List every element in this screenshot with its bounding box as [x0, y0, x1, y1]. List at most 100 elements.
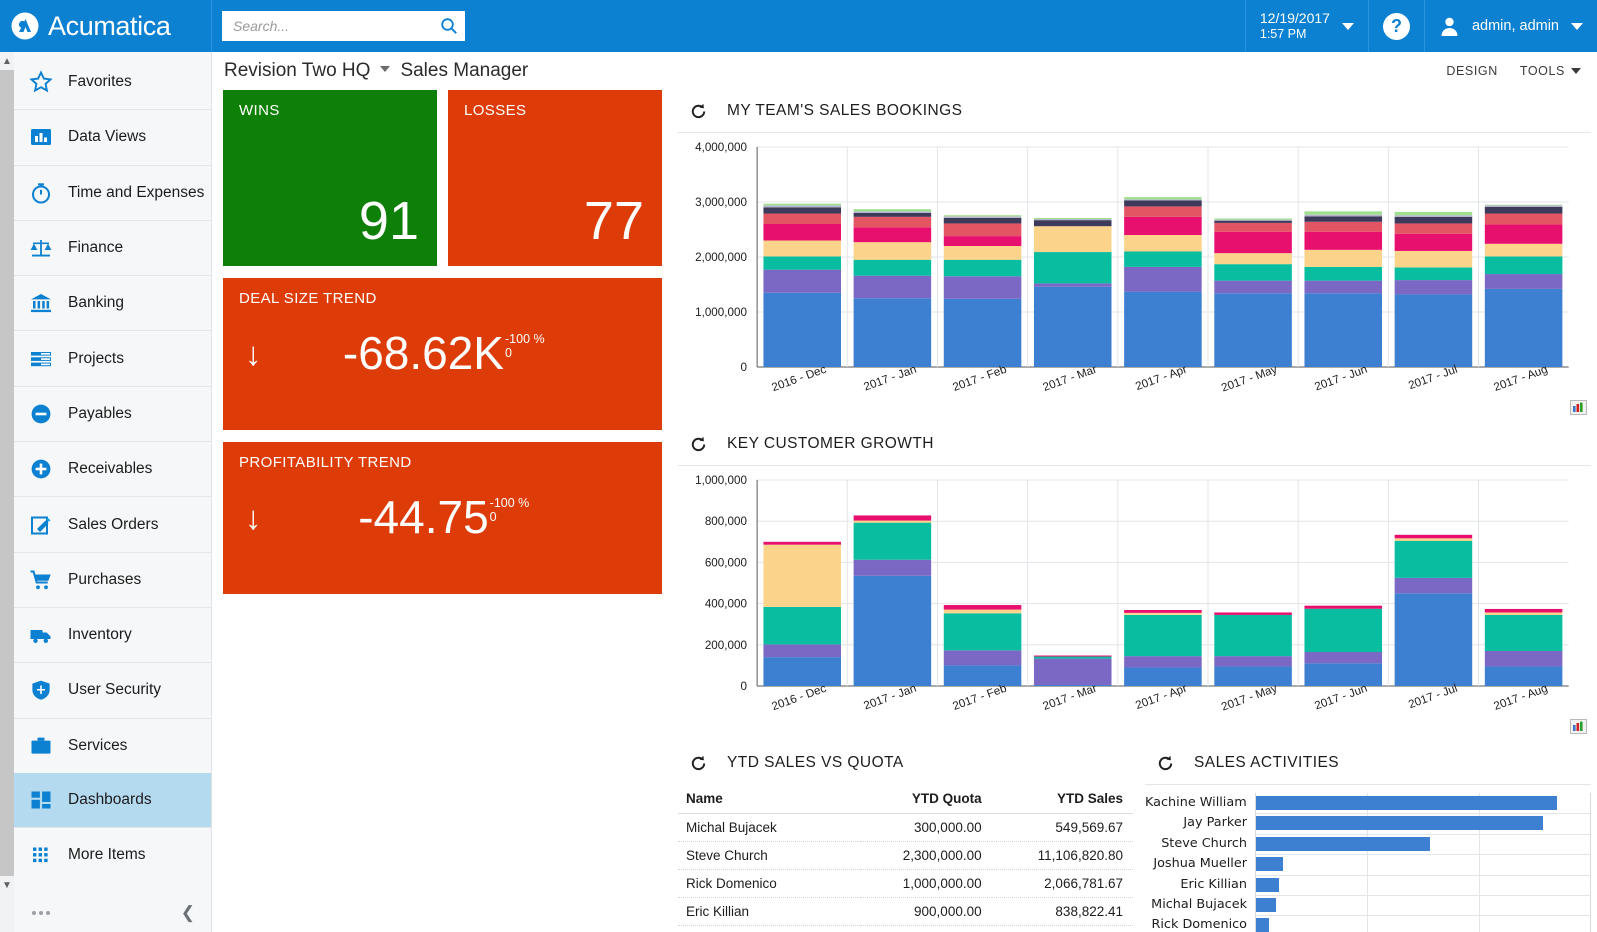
sidebar-item-label: Payables [68, 404, 132, 422]
sidebar-item-banking[interactable]: Banking [14, 276, 211, 330]
kpi-label: LOSSES [464, 102, 527, 119]
collapse-sidebar-icon[interactable]: ❮ [181, 903, 195, 923]
sidebar-item-label: Favorites [68, 73, 132, 91]
sidebar-scrollbar[interactable] [0, 52, 14, 932]
shield-icon [28, 677, 54, 703]
refresh-icon[interactable] [1157, 755, 1174, 772]
refresh-icon[interactable] [690, 436, 707, 453]
tools-menu[interactable]: TOOLS [1520, 64, 1581, 78]
column-header-ytd-quota[interactable]: YTD Quota [859, 784, 992, 814]
svg-text:2017 - Aug: 2017 - Aug [1492, 683, 1549, 713]
scales-icon [28, 235, 54, 261]
refresh-icon[interactable] [690, 755, 707, 772]
chevron-down-icon[interactable] [380, 66, 391, 72]
sidebar-item-payables[interactable]: Payables [14, 387, 211, 441]
table-row[interactable]: Eric Killian 900,000.00 838,822.41 [678, 897, 1133, 926]
scroll-down-icon[interactable]: ▼ [0, 876, 14, 894]
kpi-tile-wins[interactable]: WINS 91 [223, 90, 437, 266]
chart-key-customer-growth[interactable]: 0 200,000 400,000 600,000 800,000 1,000,000 20… [678, 466, 1591, 738]
acumatica-logo-icon [10, 11, 40, 41]
refresh-icon[interactable] [690, 103, 707, 120]
activity-bar[interactable] [1256, 918, 1270, 932]
svg-text:2017 - Apr: 2017 - Apr [1134, 364, 1189, 393]
kpi-tile-profitability-trend[interactable]: PROFITABILITY TREND ↓ -44.75 -100 % 0 [223, 442, 662, 594]
sidebar-item-data-views[interactable]: Data Views [14, 110, 211, 164]
brand-logo[interactable]: Acumatica [0, 0, 212, 52]
svg-text:1,000,000: 1,000,000 [695, 307, 747, 319]
sidebar-item-sales-orders[interactable]: Sales Orders [14, 497, 211, 551]
sidebar-item-time-and-expenses[interactable]: Time and Expenses [14, 166, 211, 220]
breadcrumb-parent[interactable]: Revision Two HQ [224, 60, 370, 82]
activity-bar[interactable] [1256, 816, 1544, 831]
chart-my-teams-sales-bookings[interactable]: 0 1,000,000 2,000,000 3,000,000 4,000,000 201… [678, 133, 1591, 419]
cell-ytd-quota: 1,000,000.00 [859, 869, 992, 898]
svg-text:2017 - Apr: 2017 - Apr [1134, 683, 1189, 712]
scroll-up-icon[interactable]: ▲ [0, 52, 14, 70]
page-title: Sales Manager [400, 60, 529, 81]
sidebar-item-dashboards[interactable]: Dashboards [14, 772, 211, 828]
design-button[interactable]: DESIGN [1446, 64, 1498, 78]
sidebar-footer: ❮ [14, 894, 211, 932]
sidebar-item-finance[interactable]: Finance [14, 221, 211, 275]
svg-text:0: 0 [740, 362, 746, 374]
more-options-icon[interactable] [32, 911, 50, 915]
sidebar-item-purchases[interactable]: Purchases [14, 553, 211, 607]
search-input[interactable] [233, 18, 440, 34]
column-header-ytd-sales[interactable]: YTD Sales [991, 784, 1133, 814]
sidebar-item-receivables[interactable]: Receivables [14, 442, 211, 496]
sidebar-item-more-items[interactable]: More Items [14, 828, 211, 882]
sidebar-item-user-security[interactable]: User Security [14, 663, 211, 717]
help-button[interactable]: ? [1367, 0, 1424, 52]
sidebar-item-inventory[interactable]: Inventory [14, 608, 211, 662]
chart-legend-toggle-icon[interactable] [1570, 400, 1587, 415]
trend-value: -44.75 [358, 491, 489, 543]
breadcrumb: Revision Two HQ Sales Manager [224, 60, 528, 82]
cell-ytd-sales: 549,569.67 [991, 813, 1133, 842]
gridline [1256, 854, 1590, 856]
chart-legend-toggle-icon[interactable] [1570, 719, 1587, 734]
sidebar-item-services[interactable]: Services [14, 719, 211, 773]
sidebar-item-label: Receivables [68, 460, 153, 478]
tools-label: TOOLS [1519, 64, 1565, 78]
search-box[interactable] [222, 11, 465, 41]
kpi-tile-losses[interactable]: LOSSES 77 [448, 90, 662, 266]
kpi-label: DEAL SIZE TREND [239, 290, 377, 307]
activity-bar[interactable] [1256, 857, 1283, 872]
sidebar-item-favorites[interactable]: Favorites [14, 55, 211, 109]
table-row[interactable]: Steve Church 2,300,000.00 11,106,820.80 [678, 841, 1133, 870]
chevron-down-icon[interactable] [1571, 22, 1583, 30]
panel-body: 0 1,000,000 2,000,000 3,000,000 4,000,000 201… [678, 132, 1591, 419]
activity-bar[interactable] [1256, 796, 1557, 810]
svg-text:2017 - Mar: 2017 - Mar [1041, 683, 1098, 713]
table-row[interactable]: Michal Bujacek 300,000.00 549,569.67 [678, 813, 1133, 842]
svg-text:200,000: 200,000 [705, 640, 747, 652]
svg-text:2017 - Feb: 2017 - Feb [951, 364, 1008, 394]
top-bar: Acumatica 12/19/2017 1:57 PM ? [0, 0, 1597, 52]
sidebar-scrollbar-thumb[interactable] [0, 70, 14, 882]
activity-bar[interactable] [1256, 877, 1280, 892]
search-icon[interactable] [440, 17, 458, 35]
help-icon[interactable]: ? [1382, 12, 1410, 40]
svg-text:2017 - Jul: 2017 - Jul [1407, 683, 1459, 711]
activity-label: Michal Bujacek [1151, 896, 1247, 912]
list-lines-icon [28, 346, 54, 372]
chart-sales-activities[interactable]: Kachine Williams Jay Parker Steve Church Jo… [1145, 785, 1591, 932]
user-name: admin, admin [1471, 18, 1559, 34]
search-area [212, 0, 465, 52]
trend-sub: -100 % 0 [490, 496, 530, 525]
activity-bar[interactable] [1256, 836, 1430, 851]
brand-name: Acumatica [48, 10, 171, 41]
user-menu[interactable]: admin, admin [1423, 0, 1597, 52]
chevron-down-icon[interactable] [1341, 22, 1354, 30]
datetime-selector[interactable]: 12/19/2017 1:57 PM [1244, 0, 1368, 52]
briefcase-icon [28, 733, 54, 759]
ytd-quota-table: Name YTD Quota YTD Sales Michal Bujacek 3… [678, 784, 1133, 932]
panel-my-teams-sales-bookings: MY TEAM'S SALES BOOKINGS 0 1,000,000 2,000… [678, 90, 1591, 419]
kpi-tile-deal-size-trend[interactable]: DEAL SIZE TREND ↓ -68.62K -100 % 0 [223, 278, 662, 430]
column-header-name[interactable]: Name [678, 784, 860, 814]
sidebar-item-projects[interactable]: Projects [14, 331, 211, 385]
panel-body: 0 200,000 400,000 600,000 800,000 1,000,000 20… [678, 465, 1591, 738]
table-row[interactable]: Jason Mendenhall400,000.00157,285.20 [678, 925, 1133, 932]
table-row[interactable]: Rick Domenico 1,000,000.00 2,066,781.67 [678, 869, 1133, 898]
activity-bar[interactable] [1256, 898, 1277, 912]
